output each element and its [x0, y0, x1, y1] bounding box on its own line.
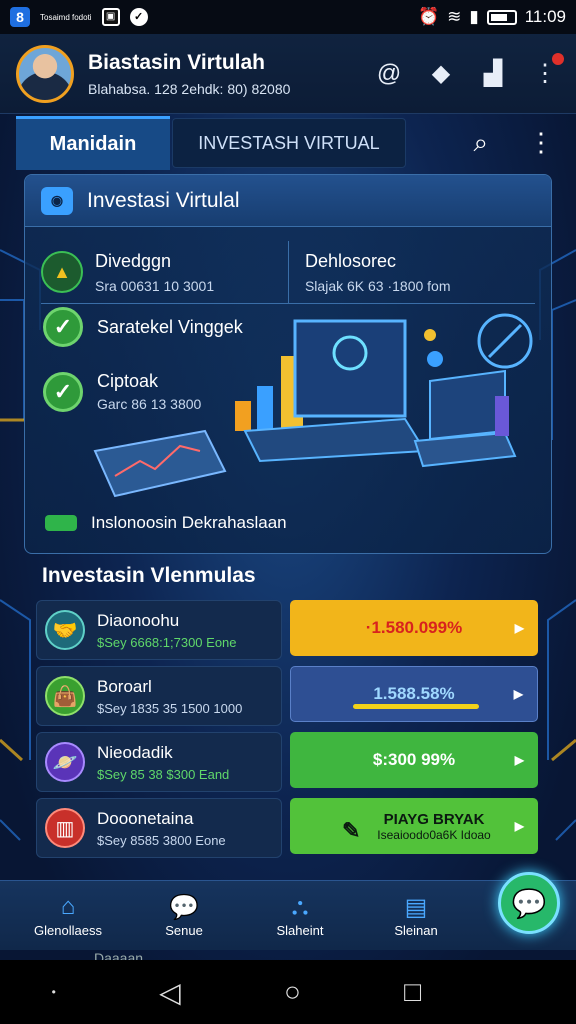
home-circle-icon[interactable]: ○ — [284, 976, 301, 1008]
item-value-button[interactable]: ✎ PIAYG BRYAK Iseaioodo0a6K Idoao ▶ — [290, 798, 538, 854]
bottom-nav: ⌂ Glenollaess 💬 Senue ⛬ Slaheint ▤ Slein… — [0, 880, 576, 950]
list-item-info[interactable]: 🤝 Diaonoohu $Sey 6668:1;7300 Eone — [36, 600, 282, 660]
nav-item-service[interactable]: 💬 Senue — [126, 893, 242, 938]
investment-card: ◉ Investasi Virtulal ▲ Divedggn Sra 0063… — [24, 174, 552, 554]
tab-bar: Manidain INVESTASH VIRTUAL ⌕ ⋮ — [16, 116, 560, 170]
bag-icon: 👜 — [45, 676, 85, 716]
progress-bar — [353, 704, 479, 709]
check-icon: ✓ — [43, 307, 83, 347]
item-name: Diaonoohu — [97, 610, 180, 630]
item-name: Nieodadik — [97, 742, 173, 762]
recents-icon[interactable]: □ — [404, 976, 421, 1008]
card-header: ◉ Investasi Virtulal — [25, 175, 551, 227]
chevron-right-icon: ▶ — [513, 687, 523, 701]
card-footer: Inslonoosin Dekrahaslaan — [45, 513, 287, 533]
item-sub: $Sey 85 38 $300 Eand — [97, 766, 230, 782]
at-sign-icon[interactable]: @ — [374, 59, 404, 89]
item-value-sub: Iseaioodo0a6K Idoao — [377, 827, 491, 842]
network-icon: ⛬ — [291, 893, 309, 920]
list-item[interactable]: 🤝 Diaonoohu $Sey 6668:1;7300 Eone ·1.580… — [36, 600, 540, 660]
android-nav-bar: • ◁ ○ □ — [0, 960, 576, 1024]
signal-icon: ▮ — [469, 7, 479, 26]
stat-title: Divedggn — [95, 250, 172, 271]
list-item[interactable]: ▥ Dooonetaina $Sey 8585 3800 Eone ✎ PIAY… — [36, 798, 540, 858]
card-title: Investasi Virtulal — [87, 188, 240, 212]
chevron-right-icon: ▶ — [514, 621, 524, 635]
app-header: Biastasin Virtulah Blahabsa. 128 2ehdk: … — [0, 34, 576, 114]
list-item-info[interactable]: ▥ Dooonetaina $Sey 8585 3800 Eone — [36, 798, 282, 858]
item-value-button[interactable]: 1.588.58% ▶ — [290, 666, 538, 722]
nav-item-home[interactable]: ⌂ Glenollaess — [10, 893, 126, 938]
search-icon[interactable]: ⌕ — [473, 127, 488, 159]
stat-title: Dehlosorec — [304, 250, 397, 271]
status-bar: 8 Tosaimd fodoti ▣ ✓ ⏰ ≋ ▮ 11:09 — [0, 0, 576, 34]
chevron-right-icon: ▶ — [514, 819, 524, 833]
store-icon: ▥ — [45, 808, 85, 848]
wifi-icon: ≋ — [447, 7, 462, 26]
investment-list: 🤝 Diaonoohu $Sey 6668:1;7300 Eone ·1.580… — [36, 600, 540, 864]
nav-label: Slaheint — [276, 923, 324, 938]
nav-item-settings[interactable]: ▤ Sleinan — [358, 893, 474, 938]
card-footer-text: Inslonoosin Dekrahaslaan — [91, 513, 287, 532]
item-value: ·1.580.099% — [365, 618, 463, 637]
stat-row: ▲ Divedggn Sra 00631 10 3001 Dehlosorec … — [25, 227, 551, 303]
bar-chart-icon[interactable]: ▟ — [478, 59, 508, 89]
alarm-icon: ⏰ — [417, 7, 440, 26]
header-title: Biastasin Virtulah — [88, 50, 266, 74]
more-vertical-icon[interactable]: ⋮ — [530, 52, 564, 89]
item-value: $:300 99% — [372, 750, 456, 769]
tab-virtual-investment[interactable]: INVESTASH VIRTUAL — [172, 118, 406, 168]
list-item[interactable]: 👜 Boroarl $Sey 1835 35 1500 1000 1.588.5… — [36, 666, 540, 726]
item-value-button[interactable]: $:300 99% ▶ — [290, 732, 538, 788]
list-title: Investasin Vlenmulas — [42, 564, 256, 587]
avatar[interactable] — [16, 44, 74, 103]
investment-illustration — [93, 313, 533, 498]
battery-icon — [486, 9, 517, 25]
shield-notification-icon: ✓ — [129, 8, 148, 26]
nav-label: Sleinan — [394, 923, 438, 938]
stat-item: ▲ Divedggn Sra 00631 10 3001 — [41, 241, 288, 303]
item-name: Boroarl — [97, 676, 152, 696]
back-icon[interactable]: ◁ — [159, 976, 181, 1009]
chat-fab-button[interactable]: 💬 — [498, 872, 560, 934]
document-icon: ▤ — [404, 894, 428, 921]
header-subtitle: Blahabsa. 128 2ehdk: 80) 82080 — [88, 80, 291, 97]
diamond-icon[interactable]: ◆ — [426, 59, 456, 89]
stat-subtitle: Sra 00631 10 3001 — [95, 277, 215, 294]
home-icon: ⌂ — [60, 893, 76, 920]
list-item[interactable]: 🪐 Nieodadik $Sey 85 38 $300 Eand $:300 9… — [36, 732, 540, 792]
list-item-info[interactable]: 👜 Boroarl $Sey 1835 35 1500 1000 — [36, 666, 282, 726]
photo-notification-icon: ▣ — [101, 8, 120, 26]
clock-time: 11:09 — [524, 7, 566, 26]
check-icon: ✓ — [43, 371, 83, 412]
item-sub: $Sey 6668:1;7300 Eone — [97, 634, 237, 650]
chat-bubble-icon: 💬 — [169, 894, 199, 921]
item-name: Dooonetaina — [97, 808, 194, 828]
growth-chart-icon: ▲ — [41, 251, 83, 293]
item-value-button[interactable]: ·1.580.099% ▶ — [290, 600, 538, 656]
item-sub: $Sey 8585 3800 Eone — [97, 832, 226, 848]
nav-label: Senue — [165, 923, 203, 938]
chevron-right-icon: ▶ — [514, 753, 524, 767]
handshake-icon: 🤝 — [45, 610, 85, 650]
dot-icon: • — [51, 985, 56, 999]
planet-icon: 🪐 — [45, 742, 85, 782]
status-left-text: Tosaimd fodoti — [40, 12, 92, 22]
investment-icon: ◉ — [41, 186, 73, 215]
nav-label: Glenollaess — [34, 923, 102, 938]
chat-icon: 💬 — [511, 887, 547, 919]
more-options-icon[interactable]: ⋮ — [528, 127, 554, 159]
item-value: PIAYG BRYAK — [383, 810, 485, 828]
stat-subtitle: Slajak 6K 63 ·1800 fom — [304, 277, 451, 294]
list-item-info[interactable]: 🪐 Nieodadik $Sey 85 38 $300 Eand — [36, 732, 282, 792]
pen-icon: ✎ — [342, 818, 361, 843]
notification-dot — [552, 52, 564, 65]
status-pill-icon — [45, 515, 77, 531]
tab-main[interactable]: Manidain — [16, 116, 170, 170]
app-notification-icon: 8 — [10, 7, 30, 27]
nav-item-network[interactable]: ⛬ Slaheint — [242, 893, 358, 938]
stat-item: Dehlosorec Slajak 6K 63 ·1800 fom — [287, 241, 535, 303]
item-value: 1.588.58% — [373, 684, 455, 703]
item-sub: $Sey 1835 35 1500 1000 — [97, 700, 243, 716]
